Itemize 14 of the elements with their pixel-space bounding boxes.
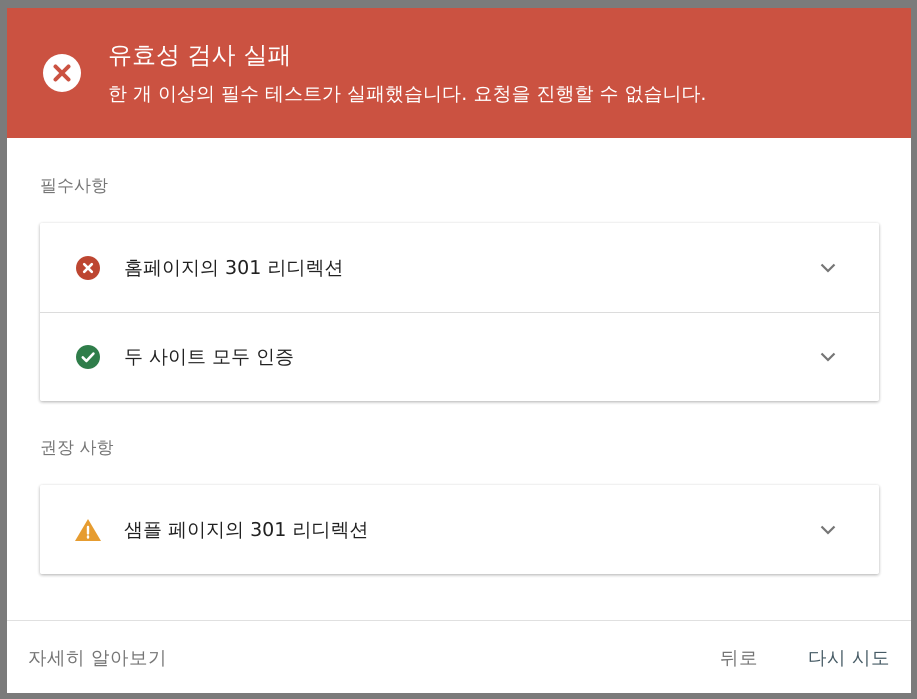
dialog-button[interactable]: 다시 시도 (800, 636, 898, 678)
dialog-title: 유효성 검사 실패 (108, 40, 292, 70)
error-icon (43, 54, 81, 92)
warning-icon (75, 518, 101, 540)
error-icon (76, 256, 100, 280)
section-heading: 권장 사항 (40, 438, 114, 458)
check-item[interactable]: 샘플 페이지의 301 리디렉션 (40, 485, 879, 574)
learn-more-link[interactable]: 자세히 알아보기 (20, 636, 175, 678)
check-item[interactable]: 홈페이지의 301 리디렉션 (40, 223, 879, 312)
check-item[interactable]: 두 사이트 모두 인증 (40, 312, 879, 401)
status-message: 한 개 이상의 필수 테스트가 실패했습니다. 요청을 진행할 수 없습니다. (108, 82, 706, 106)
check-circle-icon (76, 345, 100, 369)
section-heading: 필수사항 (40, 176, 108, 196)
dialog-button[interactable]: 뒤로 (712, 636, 766, 678)
